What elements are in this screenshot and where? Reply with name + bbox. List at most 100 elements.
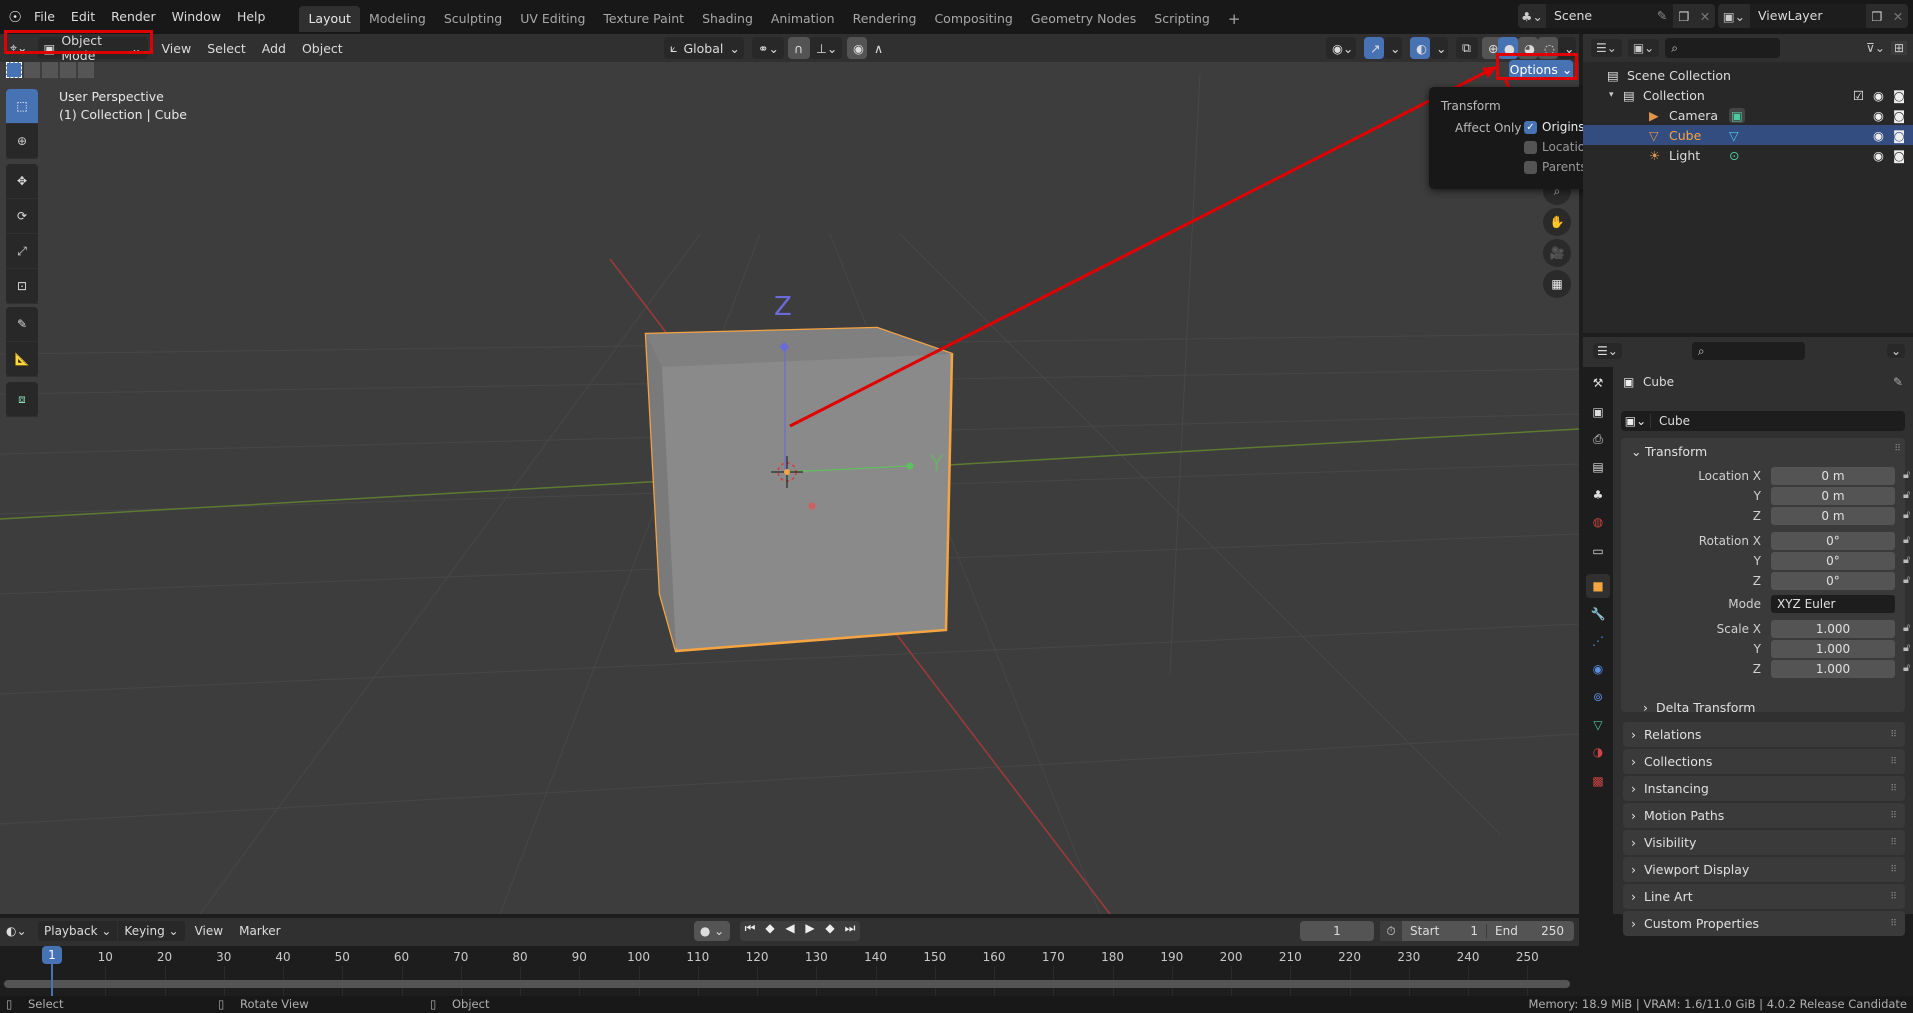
- playhead[interactable]: 1: [42, 946, 62, 964]
- visibility-dropdown[interactable]: ◉⌄: [1326, 37, 1356, 59]
- shading-material[interactable]: ◕: [1518, 37, 1538, 59]
- lock-icon[interactable]: 🔓︎: [1903, 553, 1910, 567]
- rotation-y-field[interactable]: 0°: [1771, 552, 1895, 570]
- drag-handle-icon[interactable]: ⠿: [1890, 892, 1905, 902]
- tab-tool[interactable]: ⚒: [1586, 371, 1610, 395]
- 3d-viewport[interactable]: Z Y ⌖⌄ ▣ Object Mode ⌄ View Select Add O…: [0, 34, 1579, 914]
- tool-add-cube[interactable]: ⧈: [6, 382, 38, 417]
- drag-handle-icon[interactable]: ⠿: [1890, 784, 1905, 794]
- scale-x-field[interactable]: 1.000: [1771, 620, 1895, 638]
- tab-shading[interactable]: Shading: [693, 6, 762, 32]
- exclude-checkbox[interactable]: ☑: [1853, 88, 1873, 103]
- options-button[interactable]: Options ⌄: [1509, 60, 1573, 80]
- render-camera-icon[interactable]: ◙: [1893, 108, 1913, 123]
- tab-geometry-nodes[interactable]: Geometry Nodes: [1022, 6, 1145, 32]
- tab-physics[interactable]: ◉: [1586, 657, 1610, 681]
- eye-icon[interactable]: ◉: [1873, 148, 1893, 163]
- drag-handle-icon[interactable]: ⠿: [1890, 811, 1905, 821]
- drag-handle-icon[interactable]: ⠿: [1890, 838, 1905, 848]
- outliner-item-camera[interactable]: ▶ Camera ▣ ◉ ◙: [1583, 105, 1913, 125]
- falloff-dropdown[interactable]: ∧: [868, 37, 896, 59]
- tab-texture-paint[interactable]: Texture Paint: [594, 6, 693, 32]
- tab-collection[interactable]: ▭: [1586, 539, 1610, 563]
- add-workspace-button[interactable]: +: [1219, 6, 1250, 32]
- checkbox-parents[interactable]: Parents: [1524, 160, 1587, 174]
- scale-z-field[interactable]: 1.000: [1771, 660, 1895, 678]
- tab-animation[interactable]: Animation: [762, 6, 844, 32]
- end-field[interactable]: End 250: [1486, 924, 1572, 938]
- tab-compositing[interactable]: Compositing: [925, 6, 1021, 32]
- tab-constraints[interactable]: ⊚: [1586, 685, 1610, 709]
- timeline-scrollbar[interactable]: [4, 980, 1570, 988]
- lock-icon[interactable]: 🔓︎: [1903, 508, 1910, 522]
- select-invert-icon[interactable]: [60, 62, 76, 78]
- lock-icon[interactable]: 🔓︎: [1903, 573, 1910, 587]
- select-subtract-icon[interactable]: [42, 62, 58, 78]
- shading-rendered[interactable]: ◌: [1538, 37, 1558, 59]
- filter-dropdown[interactable]: ⊽⌄: [1866, 41, 1885, 55]
- transform-orientation-dropdown[interactable]: ⟀ Global ⌄: [664, 37, 744, 59]
- snap-toggle[interactable]: ∩: [788, 37, 810, 59]
- tool-scale[interactable]: ⤢: [6, 234, 38, 269]
- eye-icon[interactable]: ◉: [1873, 88, 1893, 103]
- location-y-field[interactable]: 0 m: [1771, 487, 1895, 505]
- checkbox-origins[interactable]: ✓ Origins: [1524, 120, 1585, 134]
- tool-transform[interactable]: ⊡: [6, 269, 38, 304]
- drag-handle-icon[interactable]: ⠿: [1894, 444, 1901, 459]
- tool-rotate[interactable]: ⟳: [6, 199, 38, 234]
- pin-icon[interactable]: ✎: [1893, 375, 1903, 389]
- drag-handle-icon[interactable]: ⠿: [1890, 865, 1905, 875]
- select-extend-icon[interactable]: [24, 62, 40, 78]
- properties-options-dropdown[interactable]: ⌄: [1886, 344, 1905, 358]
- tab-rendering[interactable]: Rendering: [844, 6, 926, 32]
- snap-target-dropdown[interactable]: ⊥⌄: [810, 37, 842, 59]
- panel-custom-properties[interactable]: › Custom Properties ⠿: [1623, 911, 1905, 936]
- pan-gizmo[interactable]: ✋: [1543, 208, 1571, 236]
- lock-icon[interactable]: 🔓︎: [1903, 468, 1910, 482]
- drag-handle-icon[interactable]: ⠿: [1890, 730, 1905, 740]
- panel-relations[interactable]: › Relations ⠿: [1623, 722, 1905, 747]
- transform-panel-header[interactable]: ⌄ Transform ⠿: [1631, 444, 1901, 459]
- select-new-icon[interactable]: [6, 62, 22, 78]
- object-datablock-icon[interactable]: ▣⌄: [1621, 414, 1651, 428]
- pin-icon[interactable]: ✎: [1651, 4, 1673, 28]
- tab-object[interactable]: ■: [1586, 574, 1610, 598]
- tab-sculpting[interactable]: Sculpting: [435, 6, 511, 32]
- editor-type-button[interactable]: ⌖⌄: [4, 37, 34, 59]
- tab-scene[interactable]: ♣: [1586, 483, 1610, 507]
- panel-collections[interactable]: › Collections ⠿: [1623, 749, 1905, 774]
- prev-keyframe-button[interactable]: ◆: [760, 921, 780, 941]
- stopwatch-icon[interactable]: ⏱: [1380, 921, 1402, 941]
- menu-marker[interactable]: Marker: [233, 924, 286, 938]
- menu-select[interactable]: Select: [199, 41, 254, 56]
- play-button[interactable]: ▶: [800, 921, 820, 941]
- tab-layout[interactable]: Layout: [299, 6, 360, 32]
- tool-select-box[interactable]: ⬚: [6, 89, 38, 124]
- drag-handle-icon[interactable]: ⠿: [1890, 919, 1905, 929]
- blender-logo-icon[interactable]: ☉: [4, 8, 26, 26]
- tool-move[interactable]: ✥: [6, 164, 38, 199]
- panel-motion-paths[interactable]: › Motion Paths ⠿: [1623, 803, 1905, 828]
- filter-layer-dropdown[interactable]: ▣⌄: [1627, 39, 1660, 57]
- cube-mesh[interactable]: [644, 326, 954, 653]
- tab-uv-editing[interactable]: UV Editing: [511, 6, 594, 32]
- eye-icon[interactable]: ◉: [1873, 128, 1893, 143]
- x-gizmo-handle[interactable]: [808, 502, 816, 510]
- ortho-toggle-gizmo[interactable]: ▦: [1543, 270, 1571, 298]
- render-camera-icon[interactable]: ◙: [1893, 128, 1913, 143]
- tab-particles[interactable]: ⋰: [1586, 629, 1610, 653]
- tab-world[interactable]: ◍: [1586, 510, 1610, 534]
- gizmo-dropdown[interactable]: ⌄: [1384, 37, 1402, 59]
- tab-modifiers[interactable]: 🔧: [1586, 602, 1610, 626]
- scene-selector[interactable]: ♣⌄ Scene ✎ ❐ ✕: [1518, 4, 1715, 28]
- new-collection-button[interactable]: ⊞: [1890, 41, 1907, 55]
- menu-file[interactable]: File: [26, 0, 63, 34]
- overlays-toggle[interactable]: ◐: [1410, 37, 1430, 59]
- close-view-layer-icon[interactable]: ✕: [1888, 9, 1908, 24]
- drag-handle-icon[interactable]: ⠿: [1890, 757, 1905, 767]
- editor-type-button[interactable]: ◐⌄: [6, 924, 34, 938]
- delta-transform-toggle[interactable]: › Delta Transform: [1643, 700, 1755, 715]
- eye-icon[interactable]: ◉: [1873, 108, 1893, 123]
- start-field[interactable]: Start 1: [1402, 924, 1486, 938]
- view-layer-name[interactable]: ViewLayer: [1750, 4, 1866, 28]
